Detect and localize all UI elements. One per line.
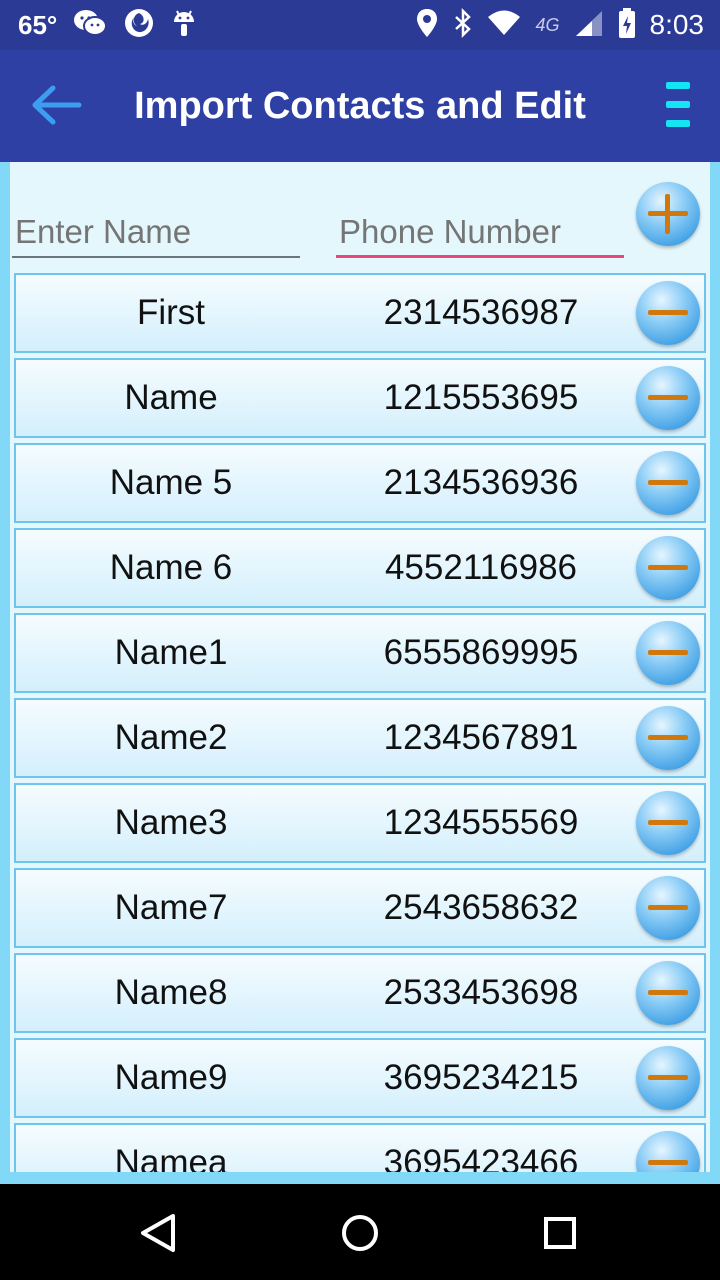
contact-row: Name8 2533453698 xyxy=(14,953,706,1033)
wifi-icon xyxy=(487,10,521,41)
contact-phone: 3695234215 xyxy=(383,1058,579,1097)
contact-row: Name 1215553695 xyxy=(14,358,706,438)
firefox-icon xyxy=(123,7,155,44)
content-area: First 2314536987 Name 1215553695 Name 5 … xyxy=(0,162,720,1184)
location-icon xyxy=(415,8,439,43)
name-input[interactable] xyxy=(12,208,300,258)
remove-contact-button[interactable] xyxy=(636,621,700,685)
contact-phone: 2134536936 xyxy=(383,463,579,502)
contact-name: Name8 xyxy=(114,973,228,1012)
status-bar: 65° 4G 8:03 xyxy=(0,0,720,50)
remove-contact-button[interactable] xyxy=(636,451,700,515)
android-icon xyxy=(171,8,197,43)
nav-home-button[interactable] xyxy=(335,1208,385,1258)
contact-name: Name1 xyxy=(114,633,228,672)
remove-contact-button[interactable] xyxy=(636,876,700,940)
signal-icon xyxy=(574,9,604,42)
wechat-icon xyxy=(73,9,108,42)
contact-name: Name xyxy=(124,378,218,417)
contact-name: Namea xyxy=(114,1143,228,1172)
add-contact-button[interactable] xyxy=(636,182,700,246)
back-triangle-icon xyxy=(141,1214,175,1252)
contact-name: Name 5 xyxy=(109,463,233,502)
remove-contact-button[interactable] xyxy=(636,1046,700,1110)
contact-phone: 2533453698 xyxy=(383,973,579,1012)
contact-phone: 1234555569 xyxy=(383,803,579,842)
contact-row: Name 6 4552116986 xyxy=(14,528,706,608)
contact-row: First 2314536987 xyxy=(14,273,706,353)
network-type-text: 4G xyxy=(535,14,560,35)
temperature-text: 65° xyxy=(18,9,58,40)
remove-contact-button[interactable] xyxy=(636,1131,700,1172)
contact-name: Name 6 xyxy=(109,548,233,587)
navigation-bar xyxy=(0,1184,720,1280)
contact-name: Name9 xyxy=(114,1058,228,1097)
home-circle-icon xyxy=(342,1215,378,1251)
contact-phone: 2543658632 xyxy=(383,888,579,927)
remove-contact-button[interactable] xyxy=(636,281,700,345)
page-title: Import Contacts and Edit xyxy=(134,85,586,127)
recents-square-icon xyxy=(544,1217,576,1249)
remove-contact-button[interactable] xyxy=(636,791,700,855)
contact-name: First xyxy=(136,293,206,332)
phone-input[interactable] xyxy=(336,208,624,258)
contact-phone: 6555869995 xyxy=(383,633,579,672)
contact-phone: 1234567891 xyxy=(383,718,579,757)
nav-recents-button[interactable] xyxy=(535,1208,585,1258)
remove-contact-button[interactable] xyxy=(636,366,700,430)
contact-row: Name2 1234567891 xyxy=(14,698,706,778)
remove-contact-button[interactable] xyxy=(636,536,700,600)
contact-name: Name7 xyxy=(114,888,228,927)
contact-row: Name7 2543658632 xyxy=(14,868,706,948)
app-bar: Import Contacts and Edit xyxy=(0,50,720,162)
contacts-panel: First 2314536987 Name 1215553695 Name 5 … xyxy=(10,162,710,1172)
battery-charging-icon xyxy=(618,7,636,44)
back-button[interactable] xyxy=(26,80,86,134)
contact-row: Namea 3695423466 xyxy=(14,1123,706,1172)
contact-row: Name1 6555869995 xyxy=(14,613,706,693)
arrow-left-icon xyxy=(29,84,83,131)
menu-button[interactable] xyxy=(662,80,696,136)
contact-phone: 1215553695 xyxy=(383,378,579,417)
contact-phone: 3695423466 xyxy=(383,1143,579,1172)
remove-contact-button[interactable] xyxy=(636,961,700,1025)
contact-phone: 2314536987 xyxy=(383,293,579,332)
clock-text: 8:03 xyxy=(649,9,705,40)
contact-phone: 4552116986 xyxy=(384,548,578,587)
contact-row: Name9 3695234215 xyxy=(14,1038,706,1118)
bluetooth-icon xyxy=(453,7,473,43)
contact-name: Name2 xyxy=(114,718,228,757)
contact-row: Name3 1234555569 xyxy=(14,783,706,863)
contact-row: Name 5 2134536936 xyxy=(14,443,706,523)
contact-name: Name3 xyxy=(114,803,228,842)
remove-contact-button[interactable] xyxy=(636,706,700,770)
nav-back-button[interactable] xyxy=(135,1208,185,1258)
